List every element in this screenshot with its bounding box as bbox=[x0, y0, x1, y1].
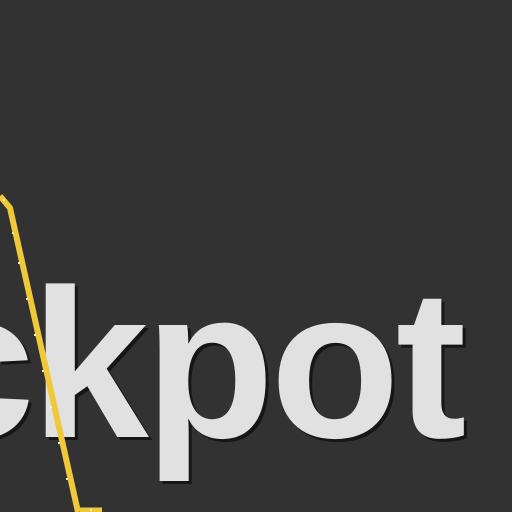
frame-tick bbox=[42, 370, 44, 372]
frame-tick bbox=[18, 262, 20, 264]
frame-tick bbox=[50, 406, 52, 408]
marquee-scene: ckpot bbox=[0, 0, 512, 512]
frame-tick bbox=[34, 334, 36, 336]
frame-border-line bbox=[0, 194, 81, 512]
frame-tick bbox=[12, 232, 14, 234]
frame-tick bbox=[90, 509, 92, 511]
yellow-frame-edge bbox=[0, 194, 102, 512]
frame-tick bbox=[66, 478, 68, 480]
frame-tick bbox=[3, 199, 5, 201]
frame-tick bbox=[58, 442, 60, 444]
frame-tick bbox=[26, 298, 28, 300]
